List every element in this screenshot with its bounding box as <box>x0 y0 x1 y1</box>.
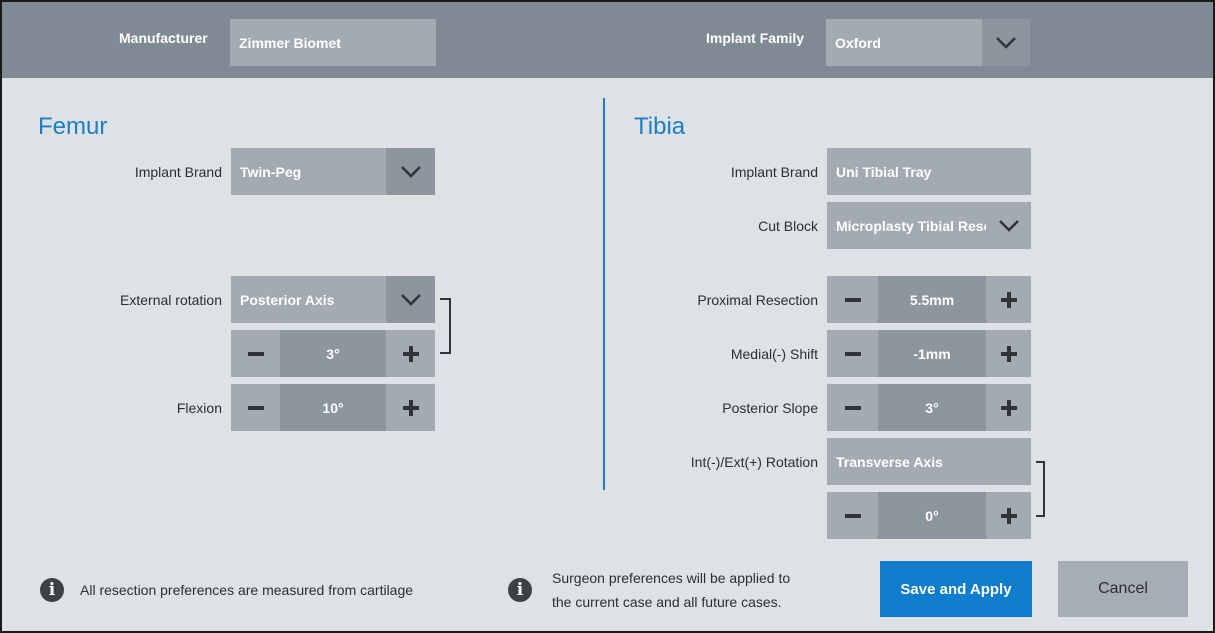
save-and-apply-button[interactable]: Save and Apply <box>880 561 1032 617</box>
posterior-slope-increment-button[interactable] <box>986 384 1031 431</box>
implant-family-value: Oxford <box>835 34 881 51</box>
flexion-label: Flexion <box>176 400 222 416</box>
minus-icon <box>844 351 861 356</box>
medial-shift-increment-button[interactable] <box>986 330 1031 377</box>
rotation-axis-field[interactable]: Transverse Axis <box>827 438 1031 485</box>
plus-icon <box>1000 399 1017 416</box>
external-rotation-bracket <box>440 298 451 354</box>
cut-block-dropdown-button[interactable] <box>986 202 1031 249</box>
manufacturer-value: Zimmer Biomet <box>239 34 341 51</box>
preferences-panel <box>0 0 1215 633</box>
implant-family-label: Implant Family <box>706 30 805 46</box>
minus-icon <box>844 513 861 518</box>
proximal-resection-label: Proximal Resection <box>697 292 818 308</box>
external-rotation-dropdown-button[interactable] <box>386 276 435 323</box>
cut-block-value: Microplasty Tibial Resector <box>836 217 986 234</box>
rotation-decrement-button[interactable] <box>827 492 878 539</box>
tibia-title: Tibia <box>634 113 686 140</box>
external-rotation-label: External rotation <box>120 292 222 308</box>
medial-shift-value: -1mm <box>878 330 986 377</box>
femur-implant-brand-dropdown-button[interactable] <box>386 148 435 195</box>
proximal-resection-value: 5.5mm <box>878 276 986 323</box>
surgeon-info-line2: the current case and all future cases. <box>552 594 782 610</box>
tibia-implant-brand-label: Implant Brand <box>730 164 818 180</box>
external-rotation-increment-button[interactable] <box>386 330 435 377</box>
rotation-axis-value: Transverse Axis <box>836 453 943 470</box>
chevron-down-icon <box>998 219 1019 232</box>
implant-family-dropdown-button[interactable] <box>982 19 1030 66</box>
external-rotation-select[interactable]: Posterior Axis <box>231 276 386 323</box>
external-rotation-decrement-button[interactable] <box>231 330 280 377</box>
plus-icon <box>1000 507 1017 524</box>
femur-implant-brand-label: Implant Brand <box>134 164 222 180</box>
cut-block-label: Cut Block <box>758 218 818 234</box>
minus-icon <box>844 297 861 302</box>
proximal-resection-increment-button[interactable] <box>986 276 1031 323</box>
posterior-slope-decrement-button[interactable] <box>827 384 878 431</box>
rotation-degrees-value: 0° <box>878 492 986 539</box>
tibia-implant-brand-value: Uni Tibial Tray <box>836 163 932 180</box>
flexion-value: 10° <box>280 384 386 431</box>
plus-icon <box>402 345 419 362</box>
rotation-bracket <box>1036 461 1045 517</box>
manufacturer-label: Manufacturer <box>119 30 208 46</box>
cartilage-info-text: All resection preferences are measured f… <box>80 582 414 598</box>
cancel-button[interactable]: Cancel <box>1058 561 1188 617</box>
surgeon-info-line1: Surgeon preferences will be applied to <box>552 570 791 586</box>
medial-shift-decrement-button[interactable] <box>827 330 878 377</box>
flexion-decrement-button[interactable] <box>231 384 280 431</box>
medial-shift-label: Medial(-) Shift <box>730 346 818 362</box>
rotation-increment-button[interactable] <box>986 492 1031 539</box>
femur-title: Femur <box>38 113 108 140</box>
femur-implant-brand-select[interactable]: Twin-Peg <box>231 148 386 195</box>
cut-block-select[interactable]: Microplasty Tibial Resector <box>827 202 986 249</box>
chevron-down-icon <box>996 36 1016 49</box>
minus-icon <box>247 405 264 410</box>
rotation-label: Int(-)/Ext(+) Rotation <box>690 454 818 470</box>
femur-implant-brand-value: Twin-Peg <box>240 163 302 180</box>
posterior-slope-label: Posterior Slope <box>722 400 818 416</box>
info-icon: i <box>40 578 64 602</box>
minus-icon <box>844 405 861 410</box>
section-divider <box>603 98 605 490</box>
external-rotation-value: Posterior Axis <box>240 291 335 308</box>
proximal-resection-decrement-button[interactable] <box>827 276 878 323</box>
minus-icon <box>247 351 264 356</box>
info-icon: i <box>508 578 532 602</box>
chevron-down-icon <box>400 293 421 306</box>
manufacturer-field: Zimmer Biomet <box>230 19 436 66</box>
plus-icon <box>1000 291 1017 308</box>
chevron-down-icon <box>400 165 421 178</box>
plus-icon <box>402 399 419 416</box>
flexion-increment-button[interactable] <box>386 384 435 431</box>
posterior-slope-value: 3° <box>878 384 986 431</box>
plus-icon <box>1000 345 1017 362</box>
tibia-implant-brand-field: Uni Tibial Tray <box>827 148 1031 195</box>
implant-family-select[interactable]: Oxford <box>826 19 982 66</box>
external-rotation-degrees-value: 3° <box>280 330 386 377</box>
